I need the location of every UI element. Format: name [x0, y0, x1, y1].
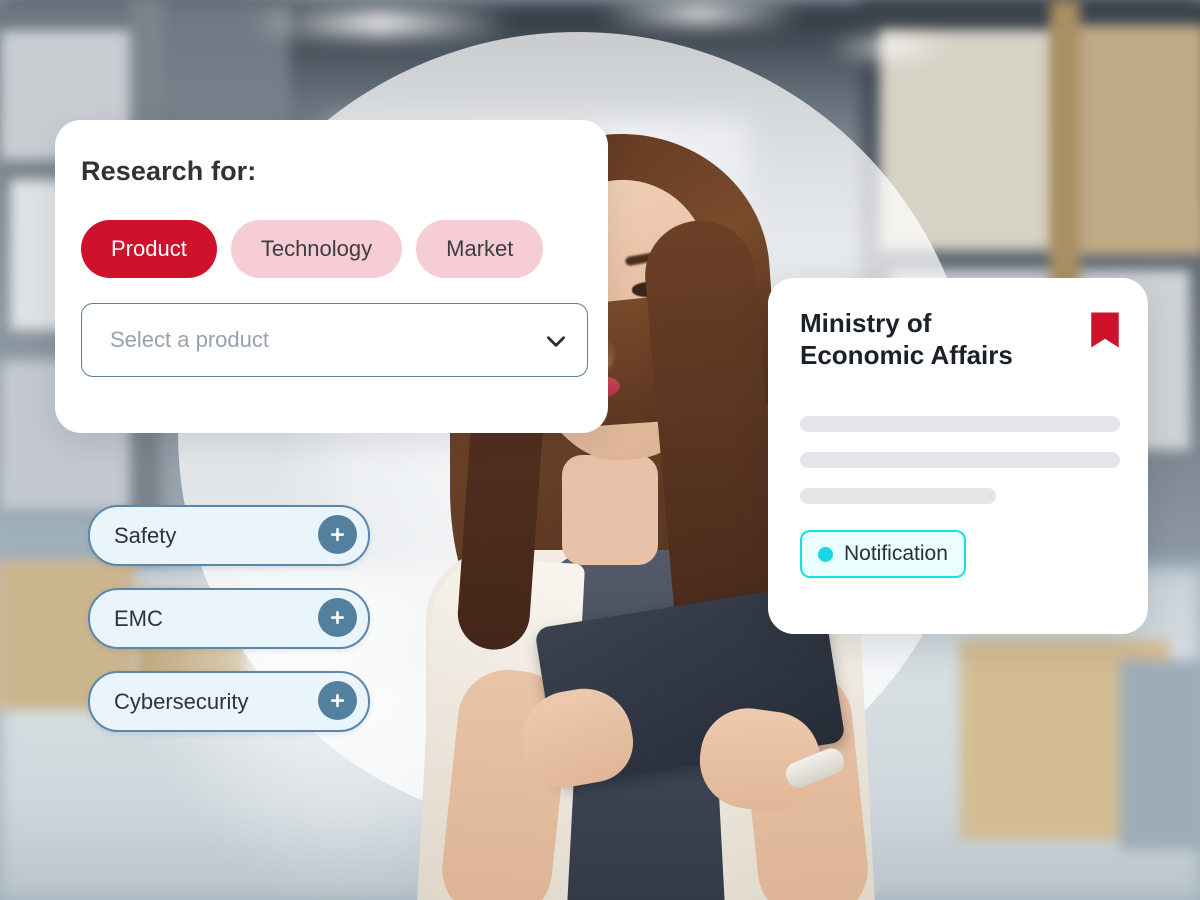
scope-pill-cybersecurity[interactable]: Cybersecurity	[88, 671, 370, 732]
research-card-title: Research for:	[81, 156, 257, 186]
ministry-card-title-line-2: Economic Affairs	[800, 339, 1013, 370]
ceiling-light	[830, 40, 950, 56]
notification-badge[interactable]: Notification	[800, 530, 966, 578]
status-dot-icon	[818, 546, 833, 562]
scope-pill-emc[interactable]: EMC	[88, 588, 370, 649]
neck	[562, 455, 658, 565]
chip-product[interactable]: Product	[81, 220, 217, 278]
skeleton-line	[800, 488, 996, 504]
bookmark-icon[interactable]	[1090, 311, 1120, 349]
notification-label: Notification	[844, 542, 948, 565]
chip-technology[interactable]: Technology	[230, 220, 403, 278]
ministry-card-title: Ministry of Economic Affairs	[800, 308, 1050, 371]
scope-pill-safety[interactable]: Safety	[88, 505, 370, 566]
scope-pill-label: Cybersecurity	[114, 688, 249, 714]
skeleton-line	[800, 452, 1120, 468]
research-chip-group: Product Technology Market	[81, 220, 544, 278]
skeleton-line	[800, 416, 1120, 432]
pallet-box	[1120, 660, 1200, 850]
product-select-placeholder: Select a product	[110, 327, 269, 352]
ministry-card-title-line-1: Ministry of	[800, 308, 932, 338]
chip-market[interactable]: Market	[416, 220, 544, 278]
ceiling-light	[250, 10, 510, 36]
scope-pill-label: Safety	[114, 522, 177, 548]
chevron-down-icon	[543, 328, 569, 354]
scope-pill-label: EMC	[114, 605, 163, 631]
research-card: Research for: Product Technology Market …	[55, 120, 608, 433]
ceiling-light	[600, 4, 800, 24]
hero-composition: Research for: Product Technology Market …	[0, 0, 1200, 900]
plus-icon[interactable]	[318, 515, 357, 554]
plus-icon[interactable]	[318, 598, 357, 637]
scope-pill-list: Safety EMC Cybersecurity	[88, 505, 370, 754]
ministry-card: Ministry of Economic Affairs Notificatio…	[768, 278, 1148, 634]
plus-icon[interactable]	[318, 681, 357, 720]
product-select[interactable]: Select a product	[81, 303, 588, 377]
